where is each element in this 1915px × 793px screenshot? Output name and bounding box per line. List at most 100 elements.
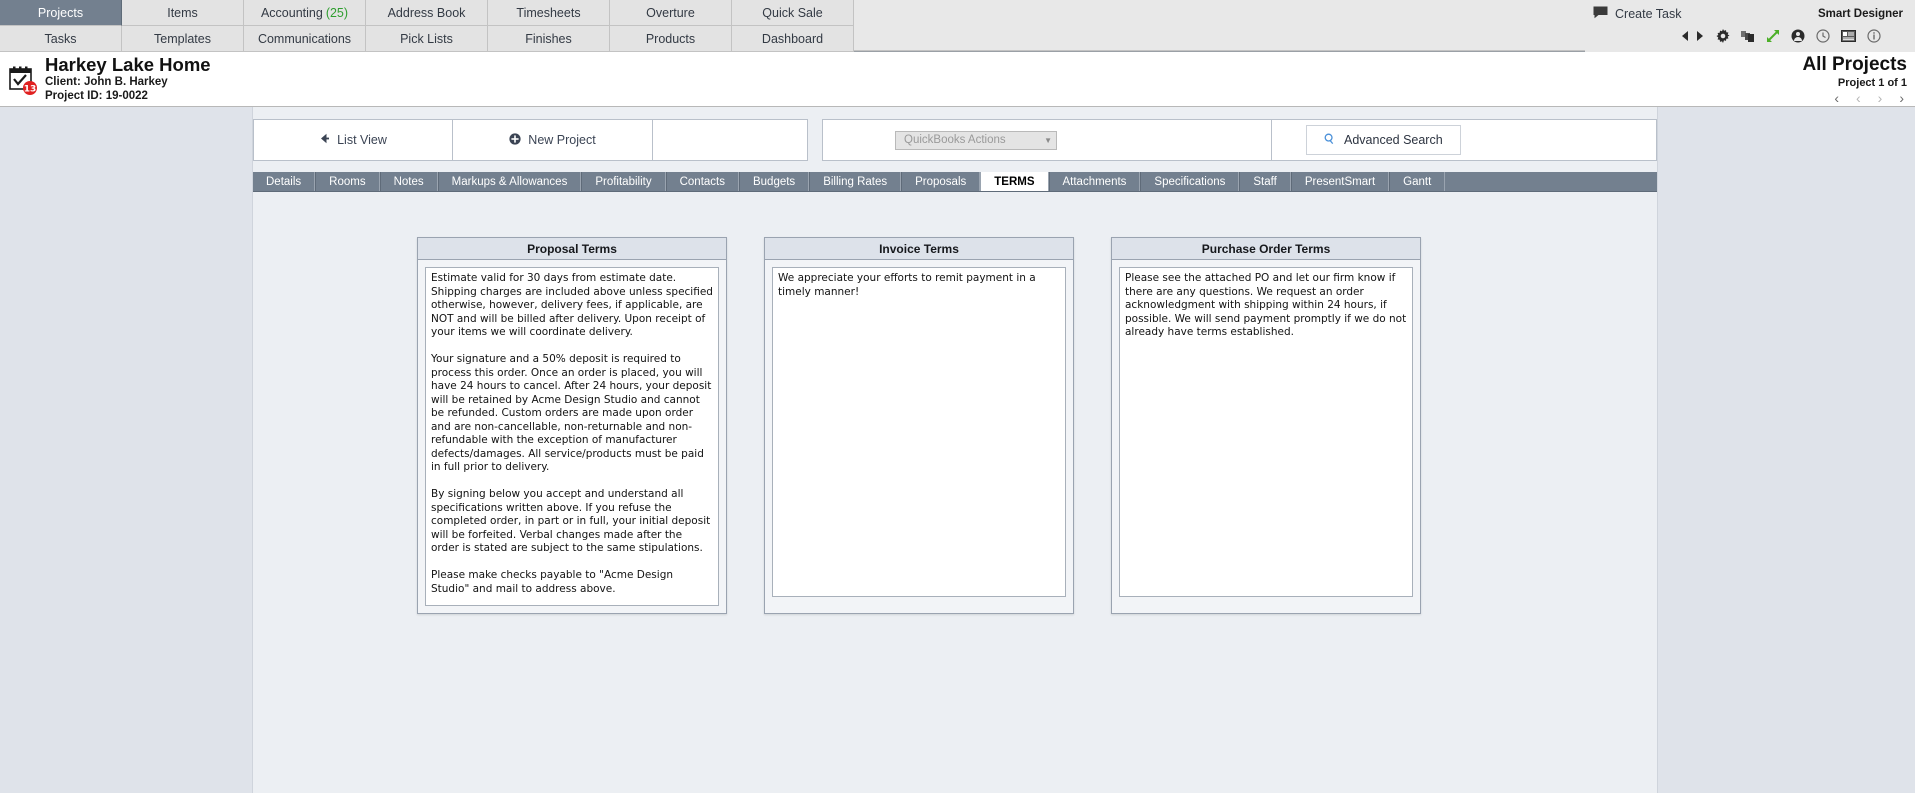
nav-item-overture[interactable]: Overture bbox=[610, 0, 732, 26]
forward-arrow-icon[interactable] bbox=[1695, 30, 1705, 42]
nav-item-label: Overture bbox=[646, 5, 695, 20]
nav-item-label: Address Book bbox=[387, 5, 466, 20]
tab-presentsmart[interactable]: PresentSmart bbox=[1290, 172, 1390, 191]
purchase-order-terms-textarea[interactable]: Please see the attached PO and let our f… bbox=[1119, 267, 1413, 597]
page-title: Harkey Lake Home bbox=[45, 54, 211, 75]
tab-billing-rates[interactable]: Billing Rates bbox=[809, 172, 902, 191]
top-right-toolbar: Create Task Smart Designer bbox=[1585, 0, 1915, 52]
card-icon[interactable] bbox=[1841, 30, 1856, 42]
tab-specifications[interactable]: Specifications bbox=[1140, 172, 1240, 191]
nav-item-tasks[interactable]: Tasks bbox=[0, 26, 122, 52]
project-calendar-icon[interactable]: 13 bbox=[8, 65, 38, 95]
previous-project-icon[interactable]: ‹ bbox=[1856, 91, 1861, 105]
proposal-terms-title: Proposal Terms bbox=[418, 238, 726, 260]
purchase-order-terms-body: Please see the attached PO and let our f… bbox=[1112, 260, 1420, 604]
plus-circle-icon bbox=[509, 132, 521, 148]
tab-profitability[interactable]: Profitability bbox=[581, 172, 666, 191]
tab-terms[interactable]: TERMS bbox=[980, 172, 1049, 191]
nav-item-label: Timesheets bbox=[516, 5, 581, 20]
tab-attachments[interactable]: Attachments bbox=[1048, 172, 1141, 191]
project-pager: ‹ ‹ › › bbox=[1802, 91, 1907, 105]
nav-item-label: Projects bbox=[37, 5, 84, 20]
advanced-search-button[interactable]: Advanced Search bbox=[1306, 125, 1461, 155]
project-badge-count: 13 bbox=[24, 85, 37, 95]
nav-item-pick-lists[interactable]: Pick Lists bbox=[366, 26, 488, 52]
invoice-terms-title: Invoice Terms bbox=[765, 238, 1073, 260]
project-position-label: Project 1 of 1 bbox=[1837, 77, 1907, 89]
action-toolbar: List View New Project QuickBooks Actions… bbox=[253, 119, 1657, 163]
project-scope-block: All Projects Project 1 of 1 ‹ ‹ › › bbox=[1802, 54, 1907, 105]
last-project-icon[interactable]: › bbox=[1899, 91, 1904, 105]
purchase-order-terms-title: Purchase Order Terms bbox=[1112, 238, 1420, 260]
nav-item-accounting[interactable]: Accounting (25) bbox=[244, 0, 366, 26]
advanced-search-label: Advanced Search bbox=[1344, 133, 1443, 147]
tab-markups-allowances[interactable]: Markups & Allowances bbox=[437, 172, 582, 191]
proposal-terms-textarea[interactable]: Estimate valid for 30 days from estimate… bbox=[425, 267, 719, 606]
smart-designer-link[interactable]: Smart Designer bbox=[1818, 8, 1903, 20]
nav-item-dashboard[interactable]: Dashboard bbox=[732, 26, 854, 52]
project-identity: Harkey Lake Home Client: John B. Harkey … bbox=[45, 53, 211, 103]
nav-item-label: Quick Sale bbox=[762, 5, 823, 20]
expand-icon[interactable] bbox=[1766, 29, 1780, 43]
proposal-terms-card: Proposal Terms Estimate valid for 30 day… bbox=[417, 237, 727, 614]
nav-item-address-book[interactable]: Address Book bbox=[366, 0, 488, 26]
content-panel: List View New Project QuickBooks Actions… bbox=[252, 107, 1658, 793]
nav-item-items[interactable]: Items bbox=[122, 0, 244, 26]
proposal-terms-body: Estimate valid for 30 days from estimate… bbox=[418, 260, 726, 613]
project-id: Project ID: 19-0022 bbox=[45, 89, 148, 102]
quickbooks-actions-label: QuickBooks Actions bbox=[904, 134, 1006, 146]
nav-item-communications[interactable]: Communications bbox=[244, 26, 366, 52]
first-project-icon[interactable]: ‹ bbox=[1834, 91, 1839, 105]
next-project-icon[interactable]: › bbox=[1878, 91, 1883, 105]
nav-item-finishes[interactable]: Finishes bbox=[488, 26, 610, 52]
project-scope-label: All Projects bbox=[1802, 54, 1907, 75]
nav-item-projects[interactable]: Projects bbox=[0, 0, 122, 26]
quickbooks-group: QuickBooks Actions ▼ bbox=[822, 119, 1272, 161]
info-icon[interactable] bbox=[1867, 29, 1881, 43]
search-icon bbox=[1324, 133, 1336, 148]
nav-item-label: Pick Lists bbox=[400, 31, 453, 46]
nav-item-label: Communications bbox=[257, 31, 352, 46]
quickbooks-actions-select[interactable]: QuickBooks Actions ▼ bbox=[895, 130, 1057, 150]
back-arrow-icon[interactable] bbox=[1680, 30, 1690, 42]
invoice-terms-textarea[interactable]: We appreciate your efforts to remit paym… bbox=[772, 267, 1066, 597]
new-project-button[interactable]: New Project bbox=[453, 120, 652, 160]
list-view-label: List View bbox=[337, 133, 387, 147]
nav-item-label: Templates bbox=[154, 31, 211, 46]
tab-notes[interactable]: Notes bbox=[379, 172, 438, 191]
chevron-down-icon: ▼ bbox=[1044, 135, 1052, 145]
top-nav-grid: Projects Items Accounting (25) Address Book T… bbox=[0, 0, 854, 52]
create-task-label: Create Task bbox=[1615, 7, 1682, 21]
copy-icon[interactable] bbox=[1741, 30, 1755, 43]
list-view-group: List View bbox=[253, 119, 453, 161]
new-project-group: New Project bbox=[453, 119, 653, 161]
list-view-button[interactable]: List View bbox=[254, 120, 452, 160]
tab-contacts[interactable]: Contacts bbox=[665, 172, 739, 191]
tab-rooms[interactable]: Rooms bbox=[315, 172, 380, 191]
speech-bubble-icon bbox=[1593, 6, 1608, 22]
nav-item-label: Tasks bbox=[44, 31, 77, 46]
gear-icon[interactable] bbox=[1716, 29, 1730, 43]
terms-panels: Proposal Terms Estimate valid for 30 day… bbox=[253, 237, 1657, 614]
user-icon[interactable] bbox=[1791, 29, 1805, 43]
clock-icon[interactable] bbox=[1816, 29, 1830, 43]
tab-proposals[interactable]: Proposals bbox=[901, 172, 981, 191]
project-tab-strip: Details Rooms Notes Markups & Allowances Pro… bbox=[253, 172, 1657, 192]
tab-budgets[interactable]: Budgets bbox=[738, 172, 810, 191]
nav-item-count: (25) bbox=[325, 5, 349, 20]
nav-item-products[interactable]: Products bbox=[610, 26, 732, 52]
top-right-icon-row bbox=[1585, 25, 1903, 47]
create-task-button[interactable]: Create Task bbox=[1593, 6, 1681, 22]
tab-staff[interactable]: Staff bbox=[1239, 172, 1291, 191]
tab-gantt[interactable]: Gantt bbox=[1389, 172, 1446, 191]
nav-item-templates[interactable]: Templates bbox=[122, 26, 244, 52]
nav-item-quick-sale[interactable]: Quick Sale bbox=[732, 0, 854, 26]
top-navigation-bar: Projects Items Accounting (25) Address Book T… bbox=[0, 0, 1915, 52]
nav-item-label: Items bbox=[167, 5, 198, 20]
page-body: List View New Project QuickBooks Actions… bbox=[0, 107, 1915, 793]
nav-item-label: Accounting bbox=[260, 5, 323, 20]
nav-item-timesheets[interactable]: Timesheets bbox=[488, 0, 610, 26]
tab-details[interactable]: Details bbox=[253, 172, 316, 191]
nav-item-label: Products bbox=[645, 31, 696, 46]
search-group: Advanced Search bbox=[1272, 119, 1657, 161]
